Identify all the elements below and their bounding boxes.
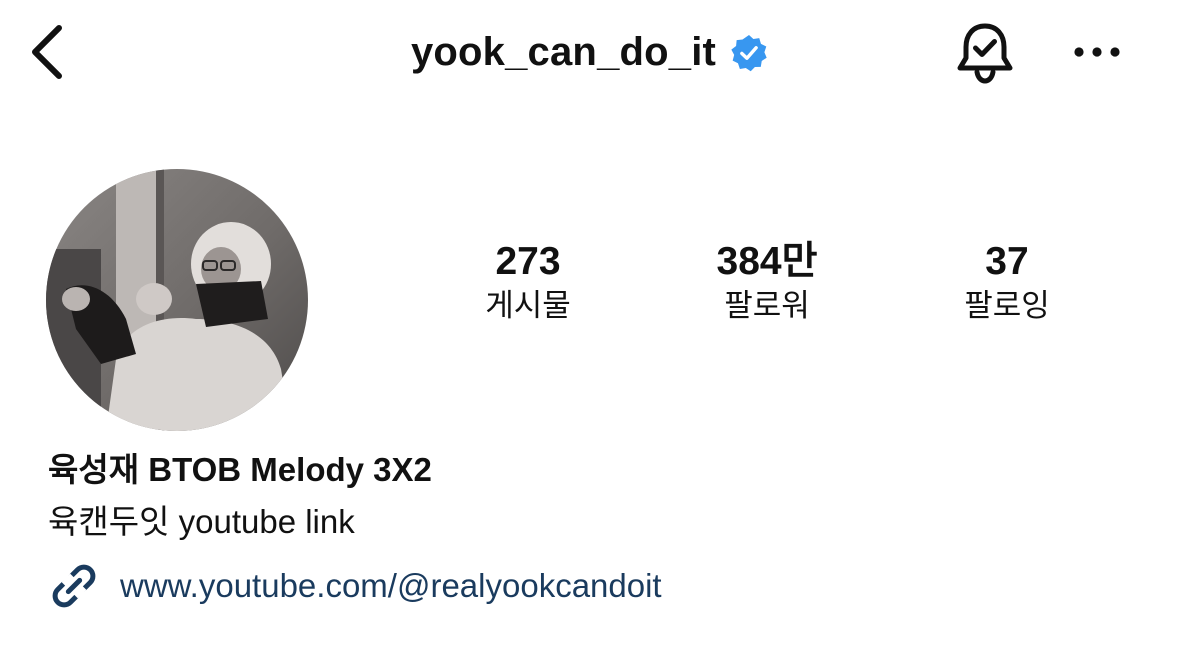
followers-count: 384만 bbox=[716, 240, 818, 283]
link-url[interactable]: www.youtube.com/@realyookcandoit bbox=[120, 564, 662, 608]
notification-bell-icon bbox=[957, 23, 1013, 84]
posts-count: 273 bbox=[495, 240, 561, 283]
posts-stat[interactable]: 273 게시물 bbox=[408, 238, 648, 326]
profile-header: yook_can_do_it bbox=[0, 0, 1179, 110]
username-title: yook_can_do_it bbox=[410, 30, 717, 74]
profile-link[interactable]: www.youtube.com/@realyookcandoit bbox=[48, 560, 662, 612]
profile-photo bbox=[46, 169, 308, 431]
followers-label: 팔로워 bbox=[724, 288, 810, 324]
verified-badge-icon bbox=[730, 34, 768, 72]
more-dots-icon bbox=[1074, 47, 1120, 57]
following-stat[interactable]: 37 팔로잉 bbox=[887, 238, 1127, 326]
link-icon bbox=[48, 560, 100, 612]
followers-stat[interactable]: 384만 팔로워 bbox=[647, 238, 887, 326]
following-count: 37 bbox=[985, 240, 1029, 283]
notification-bell-button[interactable] bbox=[950, 18, 1020, 88]
bio-text: 육캔두잇 youtube link bbox=[48, 503, 355, 540]
display-name: 육성재 BTOB Melody 3X2 bbox=[48, 451, 432, 488]
profile-stats: 273 게시물 384만 팔로워 37 팔로잉 bbox=[408, 238, 1128, 338]
following-label: 팔로잉 bbox=[964, 288, 1050, 324]
posts-label: 게시물 bbox=[485, 288, 571, 324]
profile-avatar[interactable] bbox=[46, 169, 308, 431]
more-options-button[interactable] bbox=[1062, 26, 1132, 78]
